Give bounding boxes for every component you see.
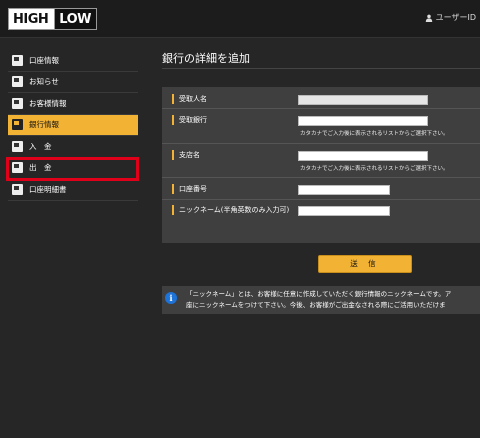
bank-name-input[interactable] bbox=[298, 116, 428, 126]
page-title: 銀行の詳細を追加 bbox=[162, 50, 480, 69]
sidebar-item-label: 口座明細書 bbox=[29, 184, 67, 194]
sidebar-item-bank-info[interactable]: 銀行情報 bbox=[8, 114, 138, 136]
sidebar-item-label: お客様情報 bbox=[29, 98, 67, 108]
bank-label: 受取銀行 bbox=[172, 115, 207, 125]
statement-icon bbox=[12, 183, 23, 195]
sidebar-item-deposit[interactable]: 入 金 bbox=[8, 136, 138, 158]
notice-line-2: 座にニックネームをつけて下さい。今後、お客様がご出金なされる際にご活用いただけま bbox=[186, 301, 446, 309]
logo-low-text: LOW bbox=[55, 8, 97, 30]
user-menu[interactable]: ユーザーID bbox=[425, 12, 476, 23]
user-id-label: ユーザーID bbox=[435, 13, 476, 22]
news-icon bbox=[12, 76, 23, 88]
deposit-icon bbox=[12, 140, 23, 152]
form-row-bank: 受取銀行 カタカナでご入力後に表示されるリストからご選択下さい。 bbox=[162, 109, 480, 144]
recipient-name-field[interactable] bbox=[298, 95, 428, 105]
main-content: 銀行の詳細を追加 受取人名 受取銀行 カタカナでご入力後に表示されるリストからご… bbox=[162, 50, 480, 314]
header: HIGH LOW ユーザーID bbox=[0, 0, 480, 38]
nickname-label: ニックネーム(半角英数のみ入力可) bbox=[172, 205, 294, 215]
form-row-branch: 支店名 カタカナでご入力後に表示されるリストからご選択下さい。 bbox=[162, 144, 480, 178]
info-icon: i bbox=[165, 292, 177, 304]
recipient-label: 受取人名 bbox=[172, 94, 207, 104]
form-row-nickname: ニックネーム(半角英数のみ入力可) bbox=[162, 200, 480, 243]
submit-button[interactable]: 送 信 bbox=[318, 255, 412, 273]
form-row-account-number: 口座番号 bbox=[162, 178, 480, 200]
nickname-notice: i 「ニックネーム」とは、お客様に任意に作成していただく銀行情報のニックネームで… bbox=[162, 286, 480, 314]
bank-icon bbox=[12, 119, 23, 131]
highlow-logo[interactable]: HIGH LOW bbox=[8, 8, 97, 30]
bank-hint: カタカナでご入力後に表示されるリストからご選択下さい。 bbox=[300, 131, 449, 137]
sidebar-item-label: 銀行情報 bbox=[29, 120, 59, 130]
logo-high-text: HIGH bbox=[8, 8, 56, 30]
sidebar-item-label: 口座情報 bbox=[29, 55, 59, 65]
nickname-input[interactable] bbox=[298, 206, 390, 216]
account-number-input[interactable] bbox=[298, 185, 390, 195]
branch-hint: カタカナでご入力後に表示されるリストからご選択下さい。 bbox=[300, 166, 449, 172]
account-icon bbox=[12, 54, 23, 66]
notice-line-1: 「ニックネーム」とは、お客様に任意に作成していただく銀行情報のニックネームです。… bbox=[186, 290, 452, 298]
form-row-recipient: 受取人名 bbox=[162, 87, 480, 109]
withdraw-highlight-box bbox=[6, 157, 139, 181]
branch-label: 支店名 bbox=[172, 150, 200, 160]
branch-name-input[interactable] bbox=[298, 151, 428, 161]
sidebar-item-account-info[interactable]: 口座情報 bbox=[8, 50, 138, 72]
sidebar-item-statement[interactable]: 口座明細書 bbox=[8, 179, 138, 201]
sidebar-item-news[interactable]: お知らせ bbox=[8, 72, 138, 93]
sidebar-item-label: 入 金 bbox=[29, 141, 52, 151]
bank-details-form: 受取人名 受取銀行 カタカナでご入力後に表示されるリストからご選択下さい。 支店… bbox=[162, 87, 480, 243]
account-number-label: 口座番号 bbox=[172, 184, 207, 194]
user-icon bbox=[425, 14, 432, 22]
customer-icon bbox=[12, 97, 23, 109]
notice-text: 「ニックネーム」とは、お客様に任意に作成していただく銀行情報のニックネームです。… bbox=[186, 289, 480, 311]
sidebar-item-customer-info[interactable]: お客様情報 bbox=[8, 93, 138, 115]
sidebar-item-label: お知らせ bbox=[29, 77, 59, 87]
